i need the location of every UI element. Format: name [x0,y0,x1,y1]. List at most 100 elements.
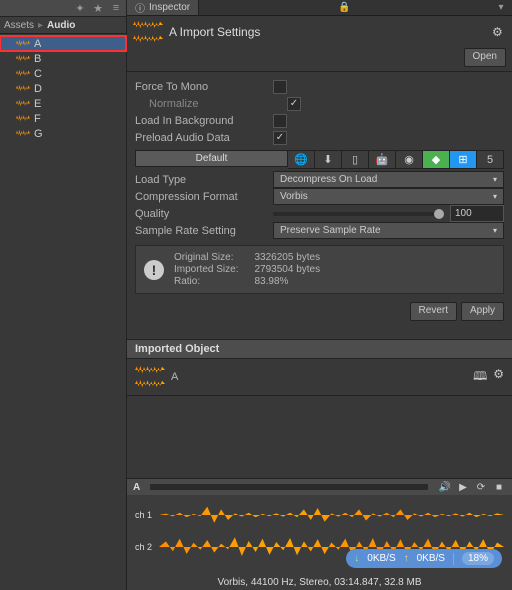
tab-inspector[interactable]: ⓘ Inspector [127,0,199,15]
tree-item-d[interactable]: D [0,81,126,96]
normalize-checkbox: ✓ [287,97,301,111]
ratio-value: 83.98% [254,276,320,287]
tab-standalone[interactable]: 🌐 [288,150,315,169]
tree-item-c[interactable]: C [0,66,126,81]
breadcrumb[interactable]: Assets ▸ Audio [0,17,126,34]
lock-icon[interactable]: 🔒 [338,1,352,15]
channel-1-waveform [159,501,504,529]
asset-header: A Import Settings ⚙ [127,16,512,48]
comp-fmt-dropdown[interactable]: Vorbis [273,188,504,205]
tab-download-icon[interactable]: ⬇ [315,150,342,169]
download-arrow-icon: ↓ [354,553,359,564]
preload-label: Preload Audio Data [135,132,265,144]
inspector-icon: ⓘ [135,0,145,15]
menu-icon[interactable]: ≡ [110,2,122,14]
gear-icon[interactable]: ⚙ [493,367,504,388]
audio-clip-icon [16,84,30,94]
breadcrumb-root[interactable]: Assets [4,20,34,31]
tab-android[interactable]: 🤖 [369,150,396,169]
download-speed: 0KB/S [367,553,395,564]
tab-windows[interactable]: ⊞ [450,150,477,169]
context-menu-icon[interactable]: ▾ [494,1,508,15]
imported-object-header: Imported Object [127,339,512,359]
orig-size-value: 3326205 bytes [254,252,320,263]
imp-size-value: 2793504 bytes [254,264,320,275]
upload-speed: 0KB/S [417,553,445,564]
preload-checkbox[interactable]: ✓ [273,131,287,145]
quality-slider[interactable] [273,212,444,216]
tree-item-b[interactable]: B [0,51,126,66]
tab-label: Inspector [149,2,190,13]
sample-rate-dropdown[interactable]: Preserve Sample Rate [273,222,504,239]
tree-item-label: E [34,98,41,110]
comp-fmt-label: Compression Format [135,191,265,203]
tab-default[interactable]: Default [135,150,288,167]
import-settings: Force To Mono Normalize ✓ Load In Backgro… [127,72,512,329]
load-bg-label: Load In Background [135,115,265,127]
gear-icon[interactable]: ⚙ [492,25,506,39]
asset-tree: A B C D E F G [0,34,126,590]
apply-button[interactable]: Apply [461,302,504,321]
audio-clip-icon [16,69,30,79]
tree-item-label: B [34,53,41,65]
dropdown-value: Decompress On Load [280,174,377,185]
tree-item-label: D [34,83,42,95]
tree-item-label: C [34,68,42,80]
tab-tizen[interactable]: ◉ [396,150,423,169]
audio-clip-icon [135,365,165,389]
overlay-percent: 18% [462,552,494,565]
stop-icon[interactable]: ■ [492,480,506,494]
tree-item-e[interactable]: E [0,96,126,111]
breadcrumb-sep-icon: ▸ [38,20,43,31]
platform-override-bar: Default 🌐 ⬇ ▯ 🤖 ◉ ◆ ⊞ 5 [135,150,504,167]
sample-rate-label: Sample Rate Setting [135,225,265,237]
info-icon: ! [144,260,164,280]
dropdown-value: Preserve Sample Rate [280,225,381,236]
breadcrumb-folder[interactable]: Audio [47,20,75,31]
load-type-label: Load Type [135,174,265,186]
orig-size-label: Original Size: [174,252,238,263]
tree-item-a[interactable]: A [0,36,126,51]
tab-webgl[interactable]: 5 [477,150,504,169]
normalize-label: Normalize [135,98,279,110]
audio-clip-icon [133,20,163,44]
audio-clip-icon [16,54,30,64]
quality-input[interactable] [450,205,504,222]
channel-1-label: ch 1 [135,510,155,520]
loop-icon[interactable]: ⟳ [474,480,488,494]
project-toolbar: ✦ ★ ≡ [0,0,126,17]
force-to-mono-checkbox[interactable] [273,80,287,94]
imported-preview: A 🕮 ⚙ [127,359,512,395]
progress-scrubber[interactable] [150,484,428,490]
favorite-icon[interactable]: ★ [92,2,104,14]
ratio-label: Ratio: [174,276,238,287]
revert-button[interactable]: Revert [410,302,457,321]
tab-bar: ⓘ Inspector 🔒 ▾ [127,0,512,16]
audio-clip-icon [16,39,30,49]
load-type-dropdown[interactable]: Decompress On Load [273,171,504,188]
tab-ios[interactable]: ▯ [342,150,369,169]
audio-clip-icon [16,114,30,124]
tab-xbox[interactable]: ◆ [423,150,450,169]
inspector-panel: ⓘ Inspector 🔒 ▾ A Import Settings ⚙ Open… [127,0,512,590]
create-icon[interactable]: ✦ [74,2,86,14]
imp-size-label: Imported Size: [174,264,238,275]
tree-item-g[interactable]: G [0,126,126,141]
load-bg-checkbox[interactable] [273,114,287,128]
force-to-mono-label: Force To Mono [135,81,265,93]
audio-clip-icon [16,129,30,139]
transport-bar: A 🔊 ▶ ⟳ ■ [127,478,512,495]
audio-clip-icon [16,99,30,109]
open-button[interactable]: Open [464,48,506,67]
upload-arrow-icon: ↑ [404,553,409,564]
help-icon[interactable]: 🕮 [473,367,487,388]
play-icon[interactable]: ▶ [456,480,470,494]
audio-format-footer: Vorbis, 44100 Hz, Stereo, 03:14.847, 32.… [127,575,512,590]
channel-2-label: ch 2 [135,542,155,552]
tree-item-label: G [34,128,43,140]
speaker-icon[interactable]: 🔊 [438,480,452,494]
tree-item-f[interactable]: F [0,111,126,126]
project-panel: ✦ ★ ≡ Assets ▸ Audio A B C D E F G [0,0,127,590]
quality-label: Quality [135,208,265,220]
transport-label: A [133,482,140,493]
